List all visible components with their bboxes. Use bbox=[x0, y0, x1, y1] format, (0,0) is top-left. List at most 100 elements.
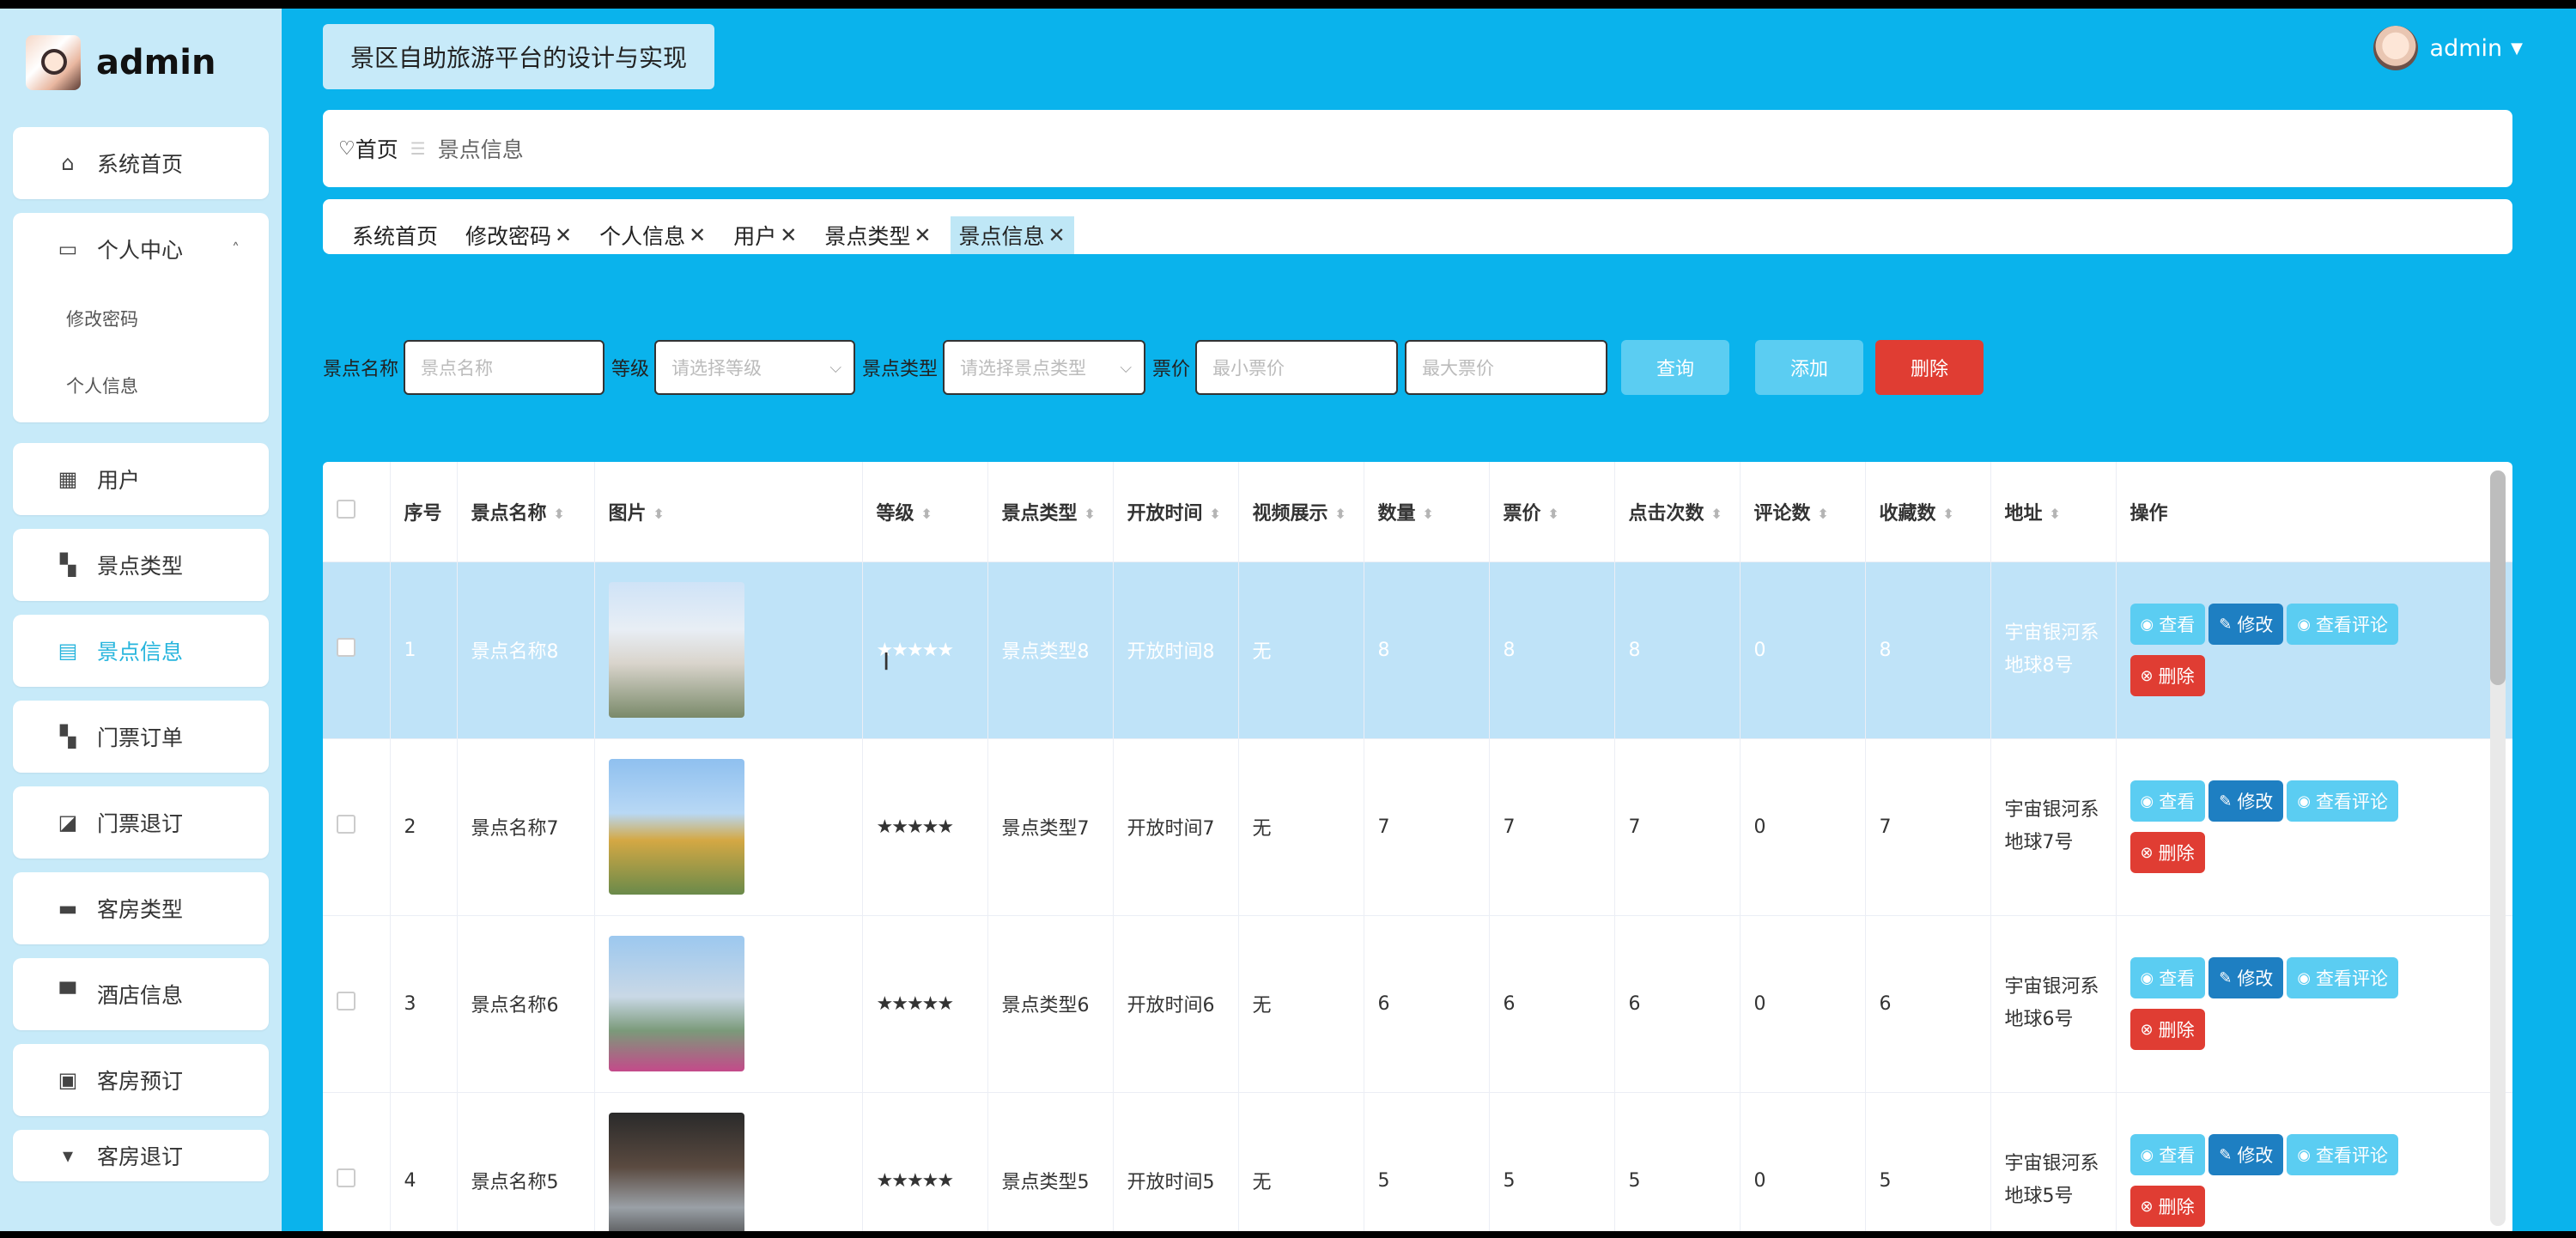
edit-button[interactable]: ✎ 修改 bbox=[2208, 957, 2284, 998]
user-menu[interactable]: admin ▼ bbox=[2372, 26, 2523, 70]
row-select-cell[interactable] bbox=[323, 915, 391, 1093]
tag-spot-info[interactable]: 景点信息 ✕ bbox=[950, 216, 1074, 254]
vertical-scrollbar[interactable] bbox=[2490, 470, 2506, 1226]
cell-clicks: 5 bbox=[1614, 1092, 1741, 1231]
row-delete-button[interactable]: ⊗ 删除 bbox=[2129, 655, 2205, 696]
type-select[interactable]: 请选择景点类型 ⌵ bbox=[943, 340, 1146, 395]
cup-icon: ▾ bbox=[62, 1144, 74, 1168]
cell-type: 景点类型5 bbox=[987, 1092, 1114, 1231]
col-header[interactable]: 地址 ⬍ bbox=[1990, 462, 2117, 562]
sidebar-item-room-type[interactable]: ▬ 客房类型 bbox=[13, 872, 269, 944]
col-header[interactable]: 收藏数 ⬍ bbox=[1865, 462, 1991, 562]
sort-icon[interactable]: ⬍ bbox=[1711, 507, 1722, 520]
scrollbar-thumb[interactable] bbox=[2490, 470, 2506, 685]
add-button[interactable]: 添加 bbox=[1755, 340, 1864, 395]
close-icon[interactable]: ✕ bbox=[555, 223, 572, 247]
view-button[interactable]: ◉ 查看 bbox=[2129, 780, 2206, 822]
table-row[interactable]: 3 景点名称6 ★★★★★ 景点类型6 开放时间6 无 6 6 6 0 6 宇宙银河系地球6号 ◉ 查看 ✎… bbox=[323, 915, 2512, 1093]
view-comments-button[interactable]: ◉ 查看评论 bbox=[2287, 1134, 2399, 1175]
row-checkbox[interactable] bbox=[337, 1168, 355, 1187]
sort-icon[interactable]: ⬍ bbox=[1335, 507, 1346, 520]
sort-icon[interactable]: ⬍ bbox=[554, 507, 565, 520]
row-select-cell[interactable] bbox=[323, 561, 391, 739]
cell-address: 宇宙银河系地球8号 bbox=[1990, 561, 2117, 739]
col-header[interactable]: 视频展示 ⬍ bbox=[1238, 462, 1364, 562]
row-checkbox[interactable] bbox=[337, 638, 355, 657]
close-icon[interactable]: ✕ bbox=[689, 223, 706, 247]
sort-icon[interactable]: ⬍ bbox=[1210, 507, 1221, 520]
text-cursor-icon: I bbox=[883, 647, 890, 676]
col-header[interactable]: 数量 ⬍ bbox=[1364, 462, 1490, 562]
sidebar-item-hotel-info[interactable]: ▀ 酒店信息 bbox=[13, 958, 269, 1030]
tag-users[interactable]: 用户 ✕ bbox=[725, 216, 805, 254]
sort-icon[interactable]: ⬍ bbox=[921, 507, 933, 520]
cell-comments: 0 bbox=[1740, 915, 1866, 1093]
sidebar-item-users[interactable]: ▦ 用户 bbox=[13, 443, 269, 515]
row-select-cell[interactable] bbox=[323, 1092, 391, 1231]
select-all-cell[interactable] bbox=[323, 462, 391, 562]
col-header[interactable]: 图片 ⬍ bbox=[594, 462, 863, 562]
name-input[interactable]: 景点名称 bbox=[404, 340, 605, 395]
tag-spot-type[interactable]: 景点类型 ✕ bbox=[816, 216, 939, 254]
edit-button[interactable]: ✎ 修改 bbox=[2208, 604, 2284, 645]
sort-icon[interactable]: ⬍ bbox=[1943, 507, 1954, 520]
row-delete-button[interactable]: ⊗ 删除 bbox=[2129, 1009, 2205, 1050]
row-delete-button[interactable]: ⊗ 删除 bbox=[2129, 832, 2205, 873]
sidebar-item-spot-info[interactable]: ▤ 景点信息 bbox=[13, 615, 269, 687]
query-button[interactable]: 查询 bbox=[1621, 340, 1730, 395]
sidebar-item-ticket-orders[interactable]: ▚ 门票订单 bbox=[13, 701, 269, 773]
cell-comments: 0 bbox=[1740, 561, 1866, 739]
sidebar-item-personal[interactable]: ▭ 个人中心 ˄ bbox=[13, 213, 269, 285]
row-checkbox[interactable] bbox=[337, 815, 355, 834]
sort-icon[interactable]: ⬍ bbox=[1818, 507, 1829, 520]
edit-button[interactable]: ✎ 修改 bbox=[2208, 780, 2284, 822]
col-header[interactable]: 景点类型 ⬍ bbox=[987, 462, 1114, 562]
sidebar-item-label: 系统首页 bbox=[97, 152, 184, 177]
table-row[interactable]: 2 景点名称7 ★★★★★ 景点类型7 开放时间7 无 7 7 7 0 7 宇宙银河系地球7号 ◉ 查看 ✎… bbox=[323, 738, 2512, 916]
view-button[interactable]: ◉ 查看 bbox=[2129, 1134, 2206, 1175]
tag-profile[interactable]: 个人信息 ✕ bbox=[591, 216, 714, 254]
max-price-input[interactable]: 最大票价 bbox=[1405, 340, 1608, 395]
table-row[interactable]: 1 景点名称8 ★★★★★ 景点类型8 开放时间8 无 8 8 8 0 8 宇宙银河系地球8号 ◉ 查看 ✎… bbox=[323, 561, 2512, 739]
sidebar-item-room-refund[interactable]: ▾ 客房退订 bbox=[13, 1130, 269, 1181]
col-header[interactable]: 开放时间 ⬍ bbox=[1113, 462, 1239, 562]
col-header[interactable]: 景点名称 ⬍ bbox=[457, 462, 595, 562]
sidebar-subitem-change-password[interactable]: 修改密码 bbox=[13, 285, 269, 352]
breadcrumb-home[interactable]: 首页 bbox=[355, 133, 398, 164]
sidebar-item-spot-type[interactable]: ▚ 景点类型 bbox=[13, 529, 269, 601]
sort-icon[interactable]: ⬍ bbox=[1548, 507, 1559, 520]
view-button[interactable]: ◉ 查看 bbox=[2129, 604, 2206, 645]
cell-video: 无 bbox=[1238, 561, 1364, 739]
cell-level: ★★★★★ bbox=[862, 738, 988, 916]
close-icon[interactable]: ✕ bbox=[780, 223, 797, 247]
tag-change-password[interactable]: 修改密码 ✕ bbox=[457, 216, 580, 254]
row-checkbox[interactable] bbox=[337, 992, 355, 1010]
sort-icon[interactable]: ⬍ bbox=[1423, 507, 1434, 520]
col-header[interactable]: 评论数 ⬍ bbox=[1740, 462, 1866, 562]
edit-button[interactable]: ✎ 修改 bbox=[2208, 1134, 2284, 1175]
tag-home[interactable]: 系统首页 bbox=[343, 216, 447, 254]
delete-button[interactable]: 删除 bbox=[1875, 340, 1984, 395]
min-price-input[interactable]: 最小票价 bbox=[1195, 340, 1399, 395]
sort-icon[interactable]: ⬍ bbox=[2050, 507, 2061, 520]
sidebar-subitem-profile[interactable]: 个人信息 bbox=[13, 352, 269, 419]
view-comments-button[interactable]: ◉ 查看评论 bbox=[2287, 780, 2399, 822]
sidebar-item-room-booking[interactable]: ▣ 客房预订 bbox=[13, 1044, 269, 1116]
col-header[interactable]: 票价 ⬍ bbox=[1489, 462, 1615, 562]
view-comments-button[interactable]: ◉ 查看评论 bbox=[2287, 957, 2399, 998]
col-header[interactable]: 点击次数 ⬍ bbox=[1614, 462, 1741, 562]
row-select-cell[interactable] bbox=[323, 738, 391, 916]
view-comments-button[interactable]: ◉ 查看评论 bbox=[2287, 604, 2399, 645]
sort-icon[interactable]: ⬍ bbox=[1084, 507, 1096, 520]
sort-icon[interactable]: ⬍ bbox=[653, 507, 665, 520]
close-icon[interactable]: ✕ bbox=[1048, 223, 1066, 247]
sidebar-item-ticket-refund[interactable]: ◪ 门票退订 bbox=[13, 786, 269, 859]
view-button[interactable]: ◉ 查看 bbox=[2129, 957, 2206, 998]
level-select[interactable]: 请选择等级 ⌵ bbox=[654, 340, 856, 395]
table-row[interactable]: 4 景点名称5 ★★★★★ 景点类型5 开放时间5 无 5 5 5 0 5 宇宙银河系地球5号 ◉ 查看 ✎… bbox=[323, 1092, 2512, 1231]
select-all-checkbox[interactable] bbox=[337, 499, 355, 519]
col-header[interactable]: 等级 ⬍ bbox=[862, 462, 988, 562]
close-icon[interactable]: ✕ bbox=[914, 223, 931, 247]
row-delete-button[interactable]: ⊗ 删除 bbox=[2129, 1186, 2205, 1227]
sidebar-item-home[interactable]: ⌂ 系统首页 bbox=[13, 127, 269, 199]
